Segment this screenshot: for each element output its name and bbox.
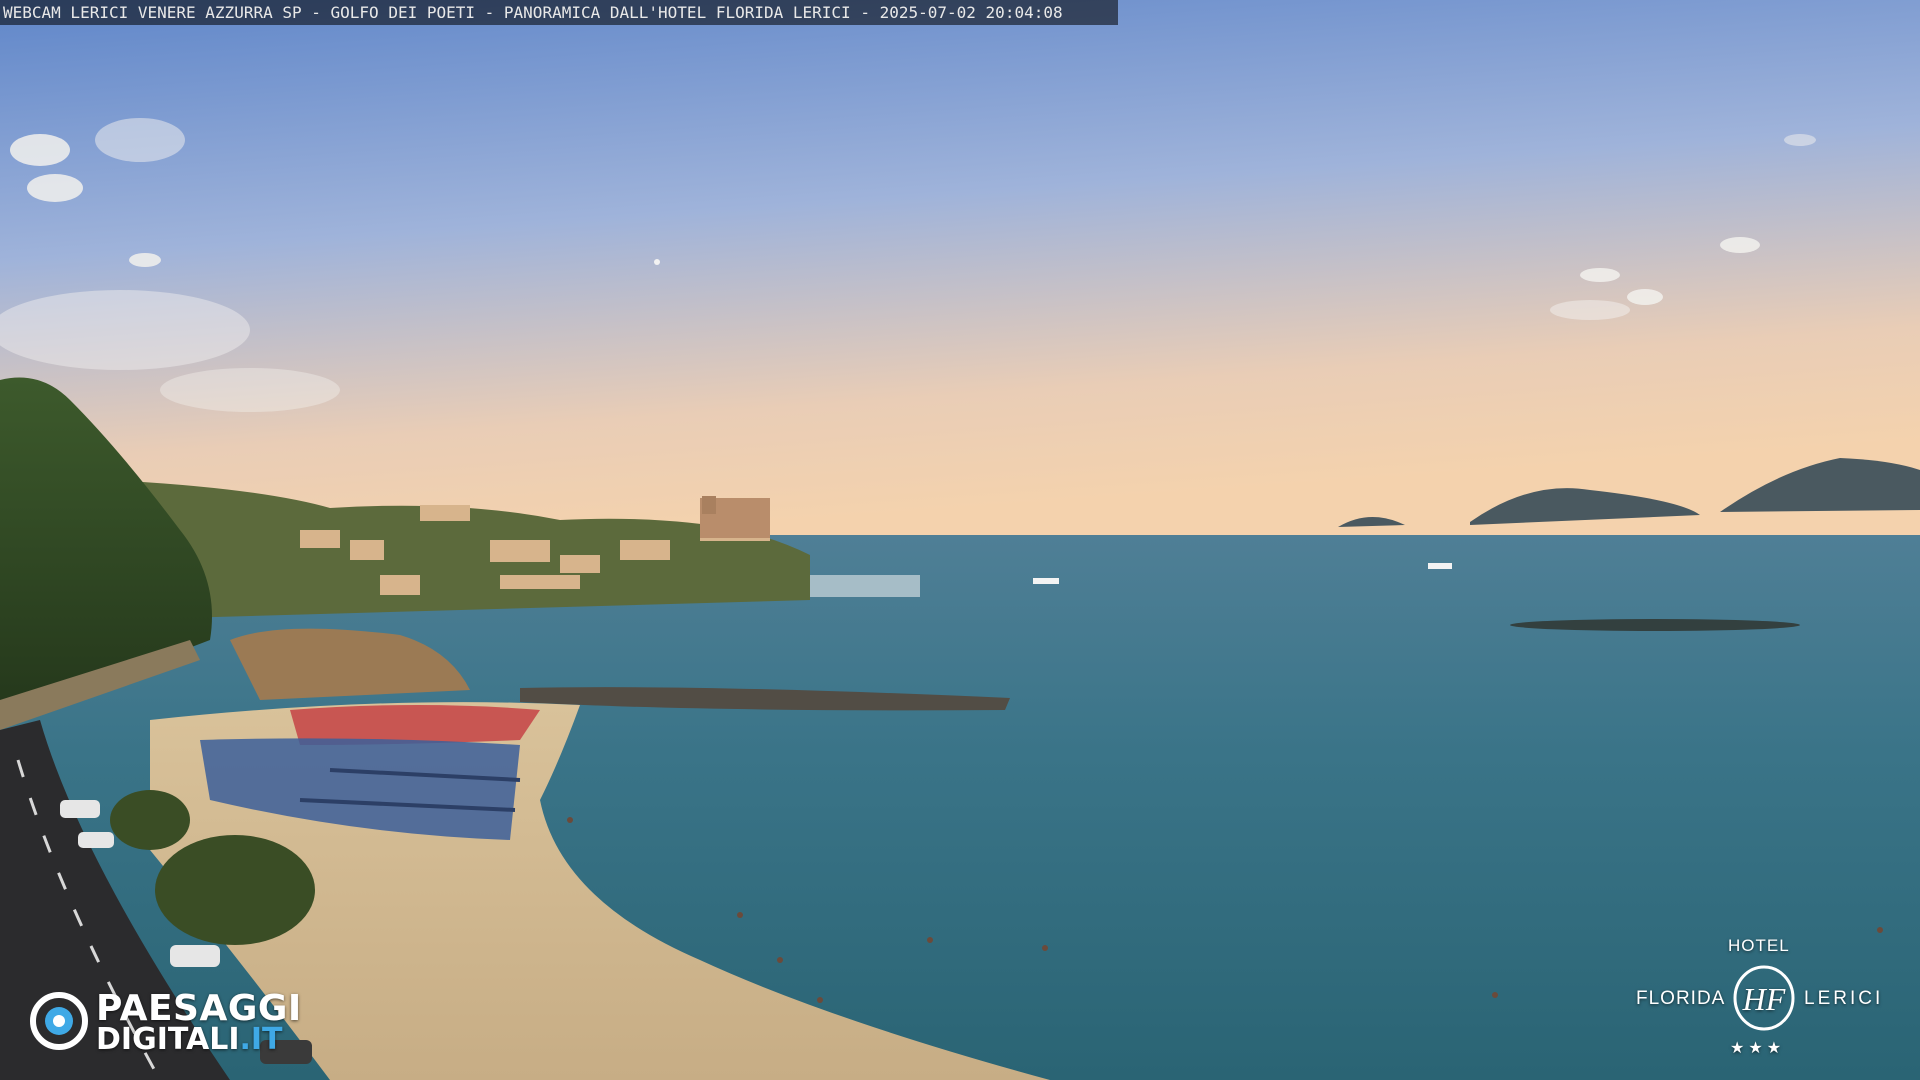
paesaggi-digitali-watermark: PAESAGGI DIGITALI.IT — [30, 988, 350, 1058]
hotel-florida-logo: HOTEL FLORIDA HF LERICI ★★★ — [1630, 932, 1900, 1062]
breakwater-right — [1510, 619, 1800, 631]
sky — [0, 0, 1920, 545]
hotel-label: HOTEL — [1728, 936, 1790, 955]
hotel-name-left: FLORIDA — [1636, 988, 1726, 1009]
brand-tld: .IT — [239, 1022, 283, 1057]
camera-eye-icon — [30, 992, 88, 1050]
hotel-monogram: HF — [1742, 981, 1786, 1017]
hotel-name-right: LERICI — [1804, 988, 1884, 1009]
hotel-monogram-emblem: HF — [1733, 965, 1795, 1031]
webcam-caption: WEBCAM LERICI VENERE AZZURRA SP - GOLFO … — [0, 0, 1118, 25]
brand-name-line2: DIGITALI.IT — [96, 1022, 283, 1057]
brand-name-digitali: DIGITALI — [96, 1022, 240, 1057]
bird — [654, 259, 660, 265]
hotel-stars: ★★★ — [1730, 1040, 1786, 1057]
webcam-panorama — [0, 0, 1920, 1080]
